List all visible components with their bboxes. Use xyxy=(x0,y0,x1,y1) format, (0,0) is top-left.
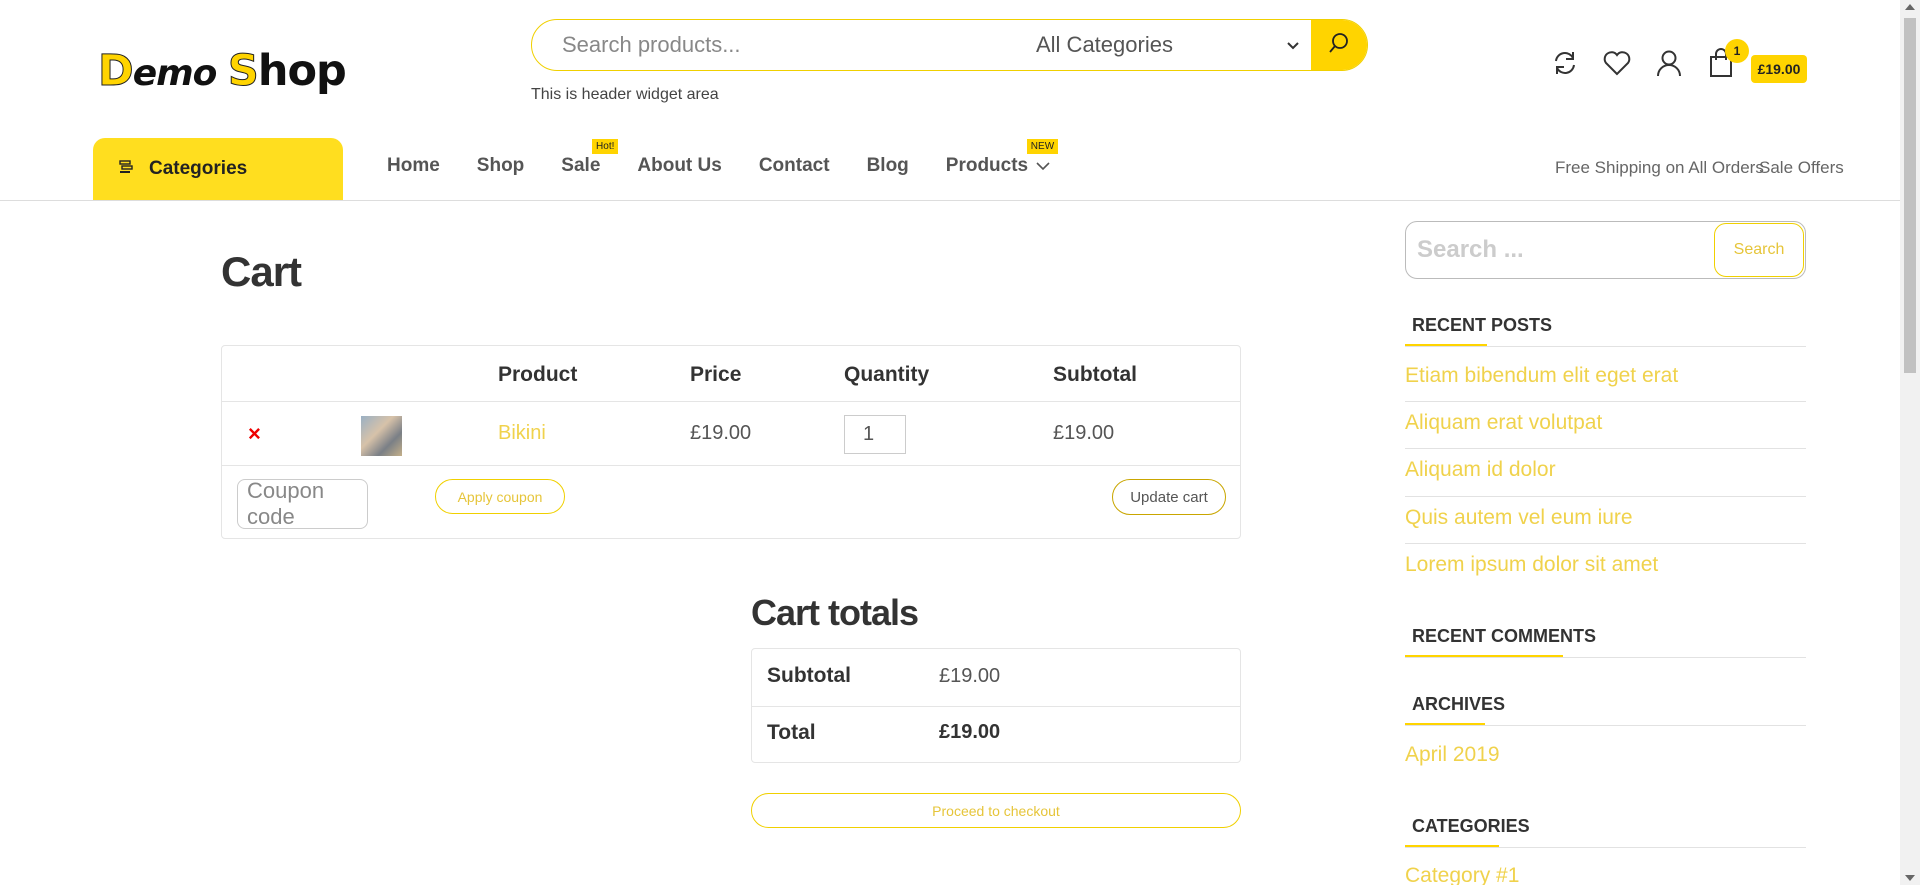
product-search-input[interactable]: Search products... xyxy=(532,20,1021,70)
sidebar-search: Search ... Search xyxy=(1405,221,1806,279)
user-icon[interactable] xyxy=(1654,48,1684,78)
main-nav: Home Shop Sale Hot! About Us Contact Blog… xyxy=(387,139,1059,177)
logo-part: D xyxy=(98,46,135,97)
nav-label: Blog xyxy=(866,155,909,176)
category-select-value: All Categories xyxy=(1036,32,1173,57)
archive-link[interactable]: April 2019 xyxy=(1405,743,1500,767)
subtotal-label: Subtotal xyxy=(767,664,851,687)
recent-post-link[interactable]: Aliquam erat volutpat xyxy=(1405,411,1602,435)
recent-post-link[interactable]: Aliquam id dolor xyxy=(1405,458,1556,482)
categories-title: CATEGORIES xyxy=(1412,816,1530,836)
nav-item-about-us[interactable]: About Us xyxy=(637,155,721,177)
cart-count-badge: 1 xyxy=(1725,39,1749,63)
cart-totals-title: Cart totals xyxy=(751,592,919,633)
scroll-up-icon[interactable] xyxy=(1905,4,1915,10)
total-value: £19.00 xyxy=(939,721,1001,743)
cart-total-badge[interactable]: £19.00 xyxy=(1751,55,1807,83)
widget-divider xyxy=(1405,346,1806,347)
recent-posts-title: RECENT POSTS xyxy=(1412,315,1553,335)
quantity-input[interactable]: 1 xyxy=(844,415,906,454)
hot-badge: Hot! xyxy=(592,139,619,154)
cart-totals-table: Subtotal £19.00 Total £19.00 xyxy=(751,648,1241,763)
column-header-subtotal: Subtotal xyxy=(1053,363,1137,386)
widget-divider xyxy=(1405,401,1806,402)
nav-item-blog[interactable]: Blog xyxy=(867,155,909,177)
categories-label: Categories xyxy=(149,158,248,179)
recent-post-link[interactable]: Quis autem vel eum iure xyxy=(1405,506,1633,530)
widget-divider xyxy=(1405,847,1806,848)
category-select[interactable]: All Categories xyxy=(1021,20,1311,70)
product-subtotal: £19.00 xyxy=(1053,422,1115,444)
category-link[interactable]: Category #1 xyxy=(1405,864,1519,885)
coupon-code-input[interactable]: Coupon code xyxy=(237,478,368,529)
page-title: Cart xyxy=(221,248,302,295)
header-widget-text: This is header widget area xyxy=(531,86,719,103)
scrollbar-thumb[interactable] xyxy=(1904,18,1916,373)
nav-divider xyxy=(0,200,1900,201)
row-divider xyxy=(752,706,1240,707)
chevron-down-icon xyxy=(1287,37,1299,53)
nav-item-shop[interactable]: Shop xyxy=(477,155,525,177)
proceed-to-checkout-button[interactable]: Proceed to checkout xyxy=(751,793,1241,828)
nav-label: Shop xyxy=(476,155,525,176)
total-label: Total xyxy=(767,721,816,744)
remove-item-button[interactable]: × xyxy=(248,421,261,447)
chevron-down-icon xyxy=(1036,158,1050,175)
widget-divider xyxy=(1405,725,1806,726)
scroll-down-icon[interactable] xyxy=(1905,875,1915,881)
update-cart-button[interactable]: Update cart xyxy=(1112,479,1226,515)
archives-title: ARCHIVES xyxy=(1412,694,1506,714)
search-button[interactable] xyxy=(1311,20,1367,70)
column-header-product: Product xyxy=(498,363,578,386)
product-name-link[interactable]: Bikini xyxy=(498,422,546,445)
logo-part: emo xyxy=(132,53,228,94)
site-logo[interactable]: Demo Shop xyxy=(98,46,358,97)
row-divider xyxy=(222,465,1240,466)
nav-label: About Us xyxy=(637,155,722,176)
product-search-bar: Search products... All Categories xyxy=(531,19,1368,71)
row-divider xyxy=(222,401,1240,402)
search-icon xyxy=(1328,32,1350,59)
column-header-price: Price xyxy=(690,363,742,386)
free-shipping-link[interactable]: Free Shipping on All Orders xyxy=(1555,158,1764,178)
logo-part: hop xyxy=(257,46,347,96)
categories-menu-button[interactable]: Categories xyxy=(93,138,343,200)
sale-offers-link[interactable]: Sale Offers xyxy=(1759,158,1844,178)
widget-divider xyxy=(1405,657,1806,658)
nav-item-products[interactable]: Products NEW xyxy=(945,139,1059,177)
page-scrollbar[interactable] xyxy=(1900,0,1920,885)
nav-label: Home xyxy=(387,155,440,176)
logo-part: S xyxy=(227,46,259,97)
header-icons xyxy=(1550,48,1736,78)
heart-icon[interactable] xyxy=(1602,48,1632,78)
nav-label: Contact xyxy=(758,155,830,176)
sidebar-search-input[interactable]: Search ... xyxy=(1406,236,1714,264)
nav-item-sale[interactable]: Sale Hot! xyxy=(561,139,619,177)
new-badge: NEW xyxy=(1026,139,1059,154)
product-thumbnail[interactable] xyxy=(361,416,402,456)
recent-comments-title: RECENT COMMENTS xyxy=(1412,626,1596,646)
refresh-icon[interactable] xyxy=(1550,48,1580,78)
nav-item-contact[interactable]: Contact xyxy=(759,155,830,177)
nav-label: Sale xyxy=(561,155,601,176)
widget-divider xyxy=(1405,496,1806,497)
sidebar-search-button[interactable]: Search xyxy=(1714,223,1804,277)
apply-coupon-button[interactable]: Apply coupon xyxy=(435,479,565,514)
recent-post-link[interactable]: Lorem ipsum dolor sit amet xyxy=(1405,553,1658,577)
column-header-quantity: Quantity xyxy=(844,363,930,386)
recent-post-link[interactable]: Etiam bibendum elit eget erat xyxy=(1405,364,1678,388)
widget-divider xyxy=(1405,543,1806,544)
nav-item-home[interactable]: Home xyxy=(387,155,440,177)
categories-icon xyxy=(119,158,135,180)
subtotal-value: £19.00 xyxy=(939,665,1001,687)
widget-divider xyxy=(1405,448,1806,449)
product-price: £19.00 xyxy=(690,422,752,444)
nav-label: Products xyxy=(945,155,1029,176)
cart-table: Product Price Quantity Subtotal × Bikini… xyxy=(221,345,1241,539)
